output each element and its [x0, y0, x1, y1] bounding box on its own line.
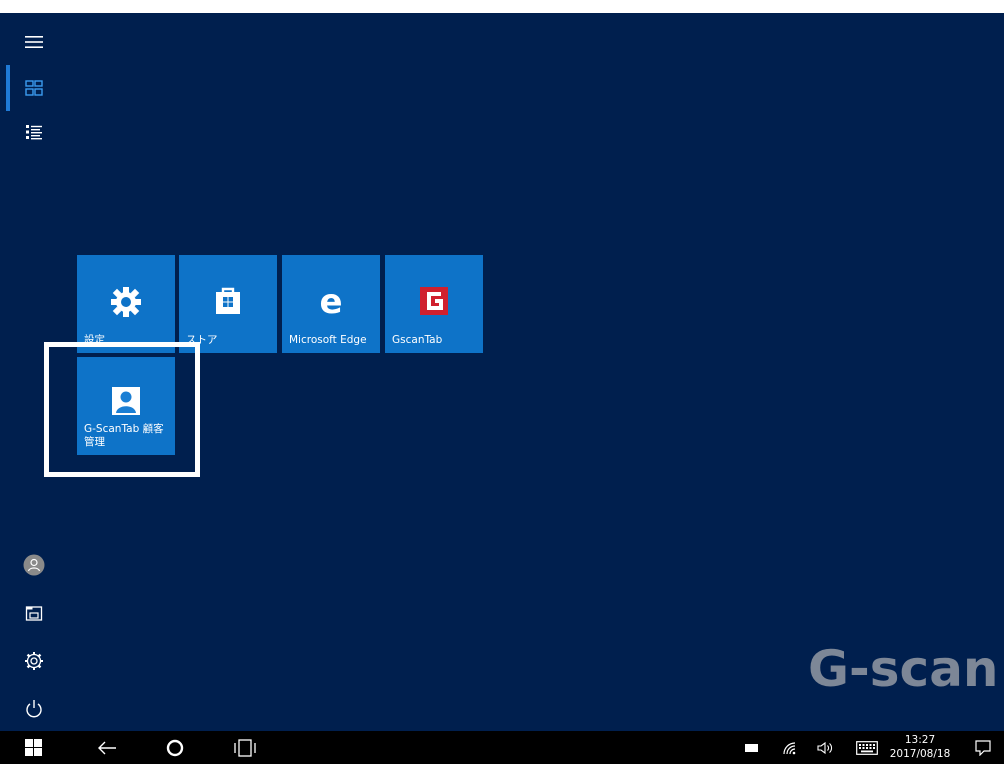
start-button[interactable]	[18, 731, 48, 764]
tile-store[interactable]: ストア	[179, 255, 277, 353]
volume-icon	[817, 741, 832, 754]
gscan-watermark-logo: G-scan T	[808, 640, 1004, 698]
store-bag-icon	[216, 287, 240, 314]
file-explorer-icon	[25, 606, 43, 621]
touch-keyboard-button[interactable]	[852, 731, 882, 764]
action-center-button[interactable]	[968, 731, 998, 764]
tile-settings-label: 設定	[84, 334, 105, 346]
taskbar-clock[interactable]: 13:27 2017/08/18	[888, 733, 952, 761]
tile-gscantab[interactable]: GscanTab	[385, 255, 483, 353]
clock-time: 13:27	[904, 734, 936, 746]
edge-icon: e	[319, 285, 342, 319]
selected-indicator	[6, 65, 10, 111]
user-avatar-icon	[23, 554, 45, 576]
tile-gscantab-customer-management[interactable]: G-ScanTab 顧客管理	[77, 357, 175, 455]
settings-icon	[25, 652, 43, 670]
wifi-icon	[783, 741, 796, 754]
back-button[interactable]	[92, 731, 122, 764]
file-explorer-button[interactable]	[12, 593, 56, 633]
taskbar: 13:27 2017/08/18	[0, 731, 1004, 764]
windows-start-icon	[24, 739, 42, 756]
task-view-icon	[234, 738, 256, 757]
cortana-icon	[166, 739, 184, 756]
all-apps-list-icon	[26, 125, 42, 140]
tile-gscantab-customer-label: G-ScanTab 顧客管理	[84, 423, 164, 448]
all-apps-button[interactable]	[12, 112, 56, 152]
clock-date: 2017/08/18	[889, 748, 951, 760]
hamburger-icon	[25, 36, 43, 48]
svg-text:e: e	[319, 285, 342, 319]
watermark-text: G-scan T	[808, 640, 1004, 698]
power-button[interactable]	[12, 689, 56, 729]
battery-icon	[745, 743, 758, 752]
start-screen: 設定 ストア e Microsoft Edge GscanTab G-ScanT…	[0, 13, 1004, 731]
tiles-view-button[interactable]	[12, 68, 56, 108]
cortana-button[interactable]	[160, 731, 190, 764]
keyboard-icon	[856, 740, 878, 755]
back-icon	[98, 741, 116, 754]
gear-icon	[111, 287, 141, 317]
tile-microsoft-edge-label: Microsoft Edge	[289, 334, 367, 346]
notifications-icon	[975, 739, 991, 756]
tile-settings[interactable]: 設定	[77, 255, 175, 353]
battery-button[interactable]	[740, 731, 764, 764]
start-left-rail	[0, 13, 70, 731]
tile-store-label: ストア	[186, 334, 218, 346]
power-icon	[26, 700, 42, 718]
user-account-button[interactable]	[12, 545, 56, 585]
tile-gscantab-label: GscanTab	[392, 334, 443, 346]
gscan-icon	[420, 287, 448, 315]
hamburger-menu-button[interactable]	[12, 22, 56, 62]
task-view-button[interactable]	[230, 731, 260, 764]
volume-button[interactable]	[813, 731, 837, 764]
user-contact-icon	[112, 387, 140, 415]
tiles-view-icon	[25, 80, 43, 96]
network-button[interactable]	[777, 731, 801, 764]
settings-button[interactable]	[12, 641, 56, 681]
tile-microsoft-edge[interactable]: e Microsoft Edge	[282, 255, 380, 353]
